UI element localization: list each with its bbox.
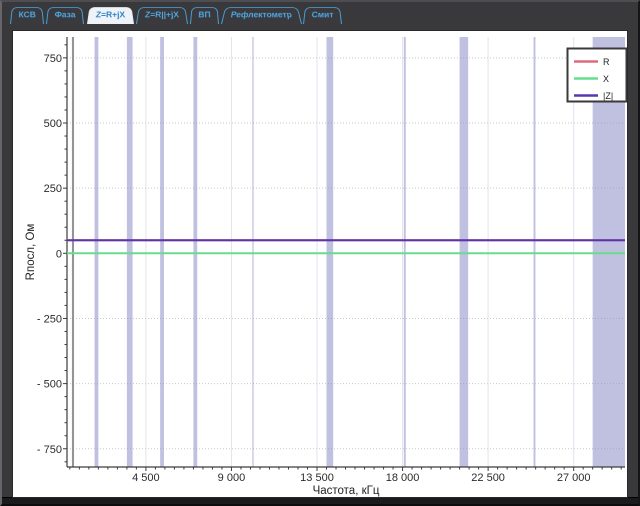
band-stripe <box>252 37 253 467</box>
band-stripe <box>404 37 406 467</box>
tab-smith[interactable]: Смит <box>303 7 342 24</box>
y-axis-title: Rпосл, Ом <box>25 224 37 281</box>
tab-label: Фаза <box>55 10 77 19</box>
svg-text:18 000: 18 000 <box>386 472 420 484</box>
band-stripe <box>160 37 164 467</box>
axes <box>67 37 625 467</box>
band-stripe <box>127 37 133 467</box>
svg-text:9 000: 9 000 <box>218 472 246 484</box>
legend-label-|Z|: |Z| <box>603 91 613 101</box>
tab-label: КСВ <box>18 10 36 19</box>
band-stripe <box>534 37 536 467</box>
marker-stripe <box>72 37 74 467</box>
band-stripe <box>327 37 334 467</box>
svg-text:- 500: - 500 <box>37 379 62 391</box>
band-stripe <box>460 37 469 467</box>
band-highlights <box>72 37 625 467</box>
svg-text:- 250: - 250 <box>37 313 62 325</box>
x-axis-title: Частота, кГц <box>313 485 380 497</box>
y-tick-labels: 750 500 250 0 - 250 - 500 - 750 <box>37 53 62 456</box>
vertical-gridlines <box>146 37 574 467</box>
tabbar: КСВ Фаза Z=R+jX Z=R||+jX ВП Рефлектометр Смит <box>9 4 343 24</box>
svg-text:250: 250 <box>44 183 62 195</box>
tab-reflectometer[interactable]: Рефлектометр <box>221 7 302 24</box>
tab-label: Рефлектометр <box>230 10 293 19</box>
traces <box>67 240 625 253</box>
chart-panel: 4 500 9 000 13 500 18 000 22 500 27 000 750 500… <box>12 30 628 498</box>
tab-faza[interactable]: Фаза <box>46 7 84 24</box>
svg-text:27 000: 27 000 <box>557 472 591 484</box>
tab-label: Z=R+jX <box>95 10 125 19</box>
svg-text:4 500: 4 500 <box>132 472 160 484</box>
legend-label-X: X <box>603 74 609 84</box>
svg-text:- 750: - 750 <box>37 444 62 456</box>
tab-label: Смит <box>312 10 334 19</box>
bottom-strip <box>2 497 638 504</box>
tab-z-series[interactable]: Z=R+jX <box>87 7 134 24</box>
band-stripe <box>193 37 197 467</box>
svg-text:500: 500 <box>44 118 62 130</box>
tick-marks <box>63 45 621 471</box>
x-tick-labels: 4 500 9 000 13 500 18 000 22 500 27 000 <box>132 472 590 484</box>
tab-label: Z=R||+jX <box>144 10 179 19</box>
tab-ksv[interactable]: КСВ <box>10 7 44 24</box>
svg-text:750: 750 <box>44 53 62 65</box>
tab-z-parallel[interactable]: Z=R||+jX <box>136 7 188 24</box>
impedance-chart[interactable]: 4 500 9 000 13 500 18 000 22 500 27 000 750 500… <box>13 31 627 497</box>
legend: RX |Z| <box>568 49 627 102</box>
tab-vp[interactable]: ВП <box>190 7 219 24</box>
band-stripe <box>95 37 99 467</box>
tab-label: ВП <box>198 10 211 19</box>
svg-text:0: 0 <box>56 248 62 260</box>
svg-text:13 500: 13 500 <box>300 472 334 484</box>
svg-text:22 500: 22 500 <box>471 472 505 484</box>
legend-label-R: R <box>603 57 610 67</box>
